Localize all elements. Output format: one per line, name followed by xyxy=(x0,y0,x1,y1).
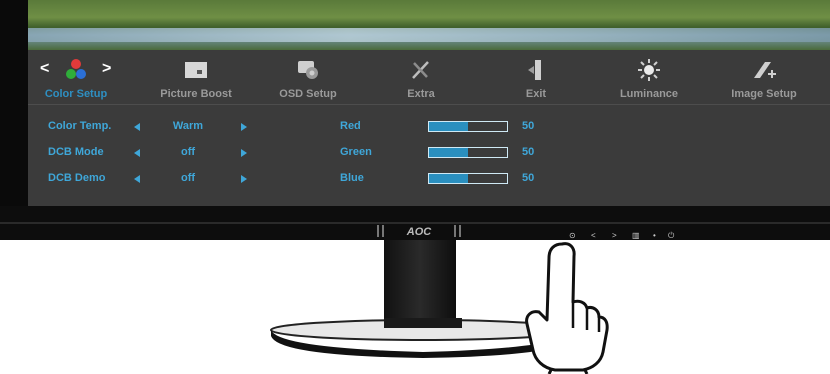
color-temp-decrease-arrow[interactable] xyxy=(134,123,140,131)
picture-boost-icon xyxy=(185,62,207,78)
right-button[interactable]: > xyxy=(612,231,617,240)
menu-label: Extra xyxy=(407,88,435,100)
red-slider-fill xyxy=(429,122,468,131)
red-label: Red xyxy=(340,120,361,132)
dcb-mode-decrease-arrow[interactable] xyxy=(134,149,140,157)
green-slider-fill xyxy=(429,148,468,157)
menu-item-luminance[interactable]: Luminance xyxy=(593,50,705,104)
extra-icon xyxy=(412,61,429,79)
dcb-demo-label: DCB Demo xyxy=(48,172,106,184)
blue-value: 50 xyxy=(522,172,535,184)
menu-item-osd-setup[interactable]: OSD Setup xyxy=(252,50,364,104)
osd-screen: < > Color Setup Picture Boost OSD Setup xyxy=(28,0,830,206)
menu-item-extra[interactable]: Extra xyxy=(365,50,477,104)
exit-icon xyxy=(528,60,541,80)
aoc-logo: AOC xyxy=(377,225,461,238)
luminance-icon xyxy=(638,59,660,81)
menu-label: Exit xyxy=(525,88,547,100)
menu-label: Luminance xyxy=(619,88,679,100)
dcb-demo-increase-arrow[interactable] xyxy=(241,175,247,183)
left-button[interactable]: < xyxy=(591,231,596,240)
menu-label: Image Setup xyxy=(731,88,797,100)
menu-button[interactable]: ▥ xyxy=(632,231,640,240)
red-value: 50 xyxy=(522,120,535,132)
dcb-mode-label: DCB Mode xyxy=(48,146,104,158)
pointing-hand-icon xyxy=(525,242,609,374)
menu-item-exit[interactable]: Exit xyxy=(480,50,592,104)
menu-item-color-setup[interactable]: Color Setup xyxy=(28,50,132,104)
dcb-mode-value[interactable]: off xyxy=(158,146,218,158)
green-label: Green xyxy=(340,146,372,158)
dcb-mode-increase-arrow[interactable] xyxy=(241,149,247,157)
blue-slider[interactable] xyxy=(428,173,508,184)
power-button[interactable]: ⏻ xyxy=(668,231,674,241)
blue-label: Blue xyxy=(340,172,364,184)
image-setup-icon xyxy=(754,62,776,78)
color-temp-label: Color Temp. xyxy=(48,120,112,132)
red-slider[interactable] xyxy=(428,121,508,132)
menu-label: Picture Boost xyxy=(160,88,232,100)
osd-setup-icon xyxy=(298,61,318,79)
dcb-demo-value[interactable]: off xyxy=(158,172,218,184)
color-setup-icon xyxy=(66,59,86,79)
svg-text:AOC: AOC xyxy=(406,226,433,238)
indicator-dot: • xyxy=(653,231,656,240)
source-button[interactable]: ⊙ xyxy=(569,231,576,240)
menu-label: Color Setup xyxy=(44,88,108,100)
blue-slider-fill xyxy=(429,174,468,183)
green-value: 50 xyxy=(522,146,535,158)
green-slider[interactable] xyxy=(428,147,508,158)
menu-divider xyxy=(28,104,830,105)
dcb-demo-decrease-arrow[interactable] xyxy=(134,175,140,183)
menu-item-image-setup[interactable]: Image Setup xyxy=(708,50,820,104)
wallpaper-image xyxy=(28,0,830,50)
menu-label: OSD Setup xyxy=(279,88,337,100)
color-temp-increase-arrow[interactable] xyxy=(241,123,247,131)
color-temp-value[interactable]: Warm xyxy=(158,120,218,132)
menu-item-picture-boost[interactable]: Picture Boost xyxy=(140,50,252,104)
